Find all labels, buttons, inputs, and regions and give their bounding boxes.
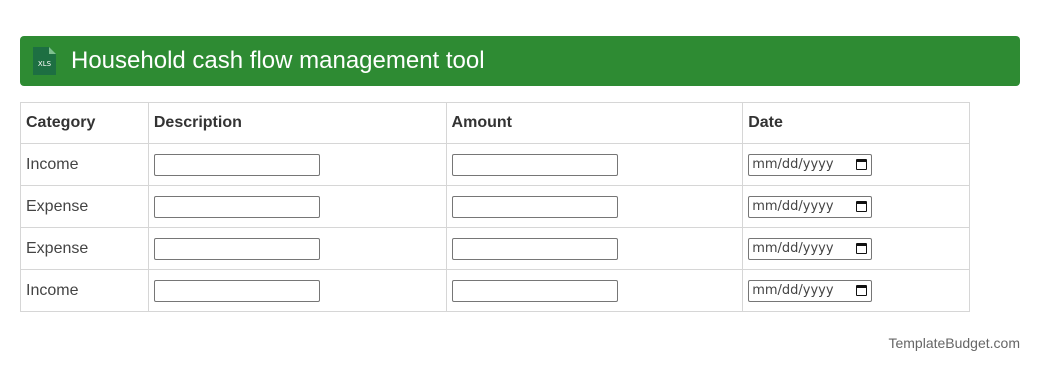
- column-header-amount: Amount: [445, 102, 744, 144]
- amount-input[interactable]: [451, 237, 618, 260]
- amount-cell: [445, 227, 744, 270]
- date-placeholder: mm/dd/yyyy: [752, 283, 834, 298]
- amount-cell: [445, 143, 744, 186]
- table-header-row: Category Description Amount Date: [20, 102, 970, 144]
- calendar-icon[interactable]: [856, 243, 868, 254]
- calendar-icon[interactable]: [856, 201, 868, 212]
- description-input[interactable]: [153, 237, 320, 260]
- column-header-date: Date: [742, 102, 970, 144]
- description-input[interactable]: [153, 279, 320, 302]
- xls-file-icon: XLS: [30, 46, 58, 76]
- table-row: Expense mm/dd/yyyy: [20, 227, 970, 270]
- table-row: Income mm/dd/yyyy: [20, 269, 970, 312]
- description-cell: [147, 227, 447, 270]
- description-input[interactable]: [153, 153, 320, 176]
- category-cell: Income: [20, 269, 149, 312]
- category-cell: Income: [20, 143, 149, 186]
- date-cell: mm/dd/yyyy: [742, 269, 970, 312]
- page: XLS Household cash flow management tool …: [0, 0, 1040, 372]
- description-cell: [147, 143, 447, 186]
- date-cell: mm/dd/yyyy: [742, 227, 970, 270]
- amount-cell: [445, 269, 744, 312]
- footer-credit: TemplateBudget.com: [888, 335, 1020, 351]
- date-cell: mm/dd/yyyy: [742, 185, 970, 228]
- xls-icon-label: XLS: [38, 60, 52, 68]
- header-bar: XLS Household cash flow management tool: [20, 36, 1020, 86]
- date-input[interactable]: mm/dd/yyyy: [748, 279, 873, 302]
- column-header-description: Description: [147, 102, 447, 144]
- date-cell: mm/dd/yyyy: [742, 143, 970, 186]
- calendar-icon[interactable]: [856, 159, 868, 170]
- category-cell: Expense: [20, 227, 149, 270]
- date-placeholder: mm/dd/yyyy: [752, 157, 834, 172]
- amount-cell: [445, 185, 744, 228]
- date-input[interactable]: mm/dd/yyyy: [748, 153, 873, 176]
- cash-flow-table: Category Description Amount Date Income …: [20, 102, 970, 312]
- column-header-category: Category: [20, 102, 149, 144]
- date-input[interactable]: mm/dd/yyyy: [748, 195, 873, 218]
- page-title: Household cash flow management tool: [71, 47, 485, 74]
- date-placeholder: mm/dd/yyyy: [752, 199, 834, 214]
- description-cell: [147, 269, 447, 312]
- amount-input[interactable]: [451, 279, 618, 302]
- table-row: Expense mm/dd/yyyy: [20, 185, 970, 228]
- date-placeholder: mm/dd/yyyy: [752, 241, 834, 256]
- description-input[interactable]: [153, 195, 320, 218]
- category-cell: Expense: [20, 185, 149, 228]
- date-input[interactable]: mm/dd/yyyy: [748, 237, 873, 260]
- table-row: Income mm/dd/yyyy: [20, 143, 970, 186]
- description-cell: [147, 185, 447, 228]
- calendar-icon[interactable]: [856, 285, 868, 296]
- amount-input[interactable]: [451, 195, 618, 218]
- amount-input[interactable]: [451, 153, 618, 176]
